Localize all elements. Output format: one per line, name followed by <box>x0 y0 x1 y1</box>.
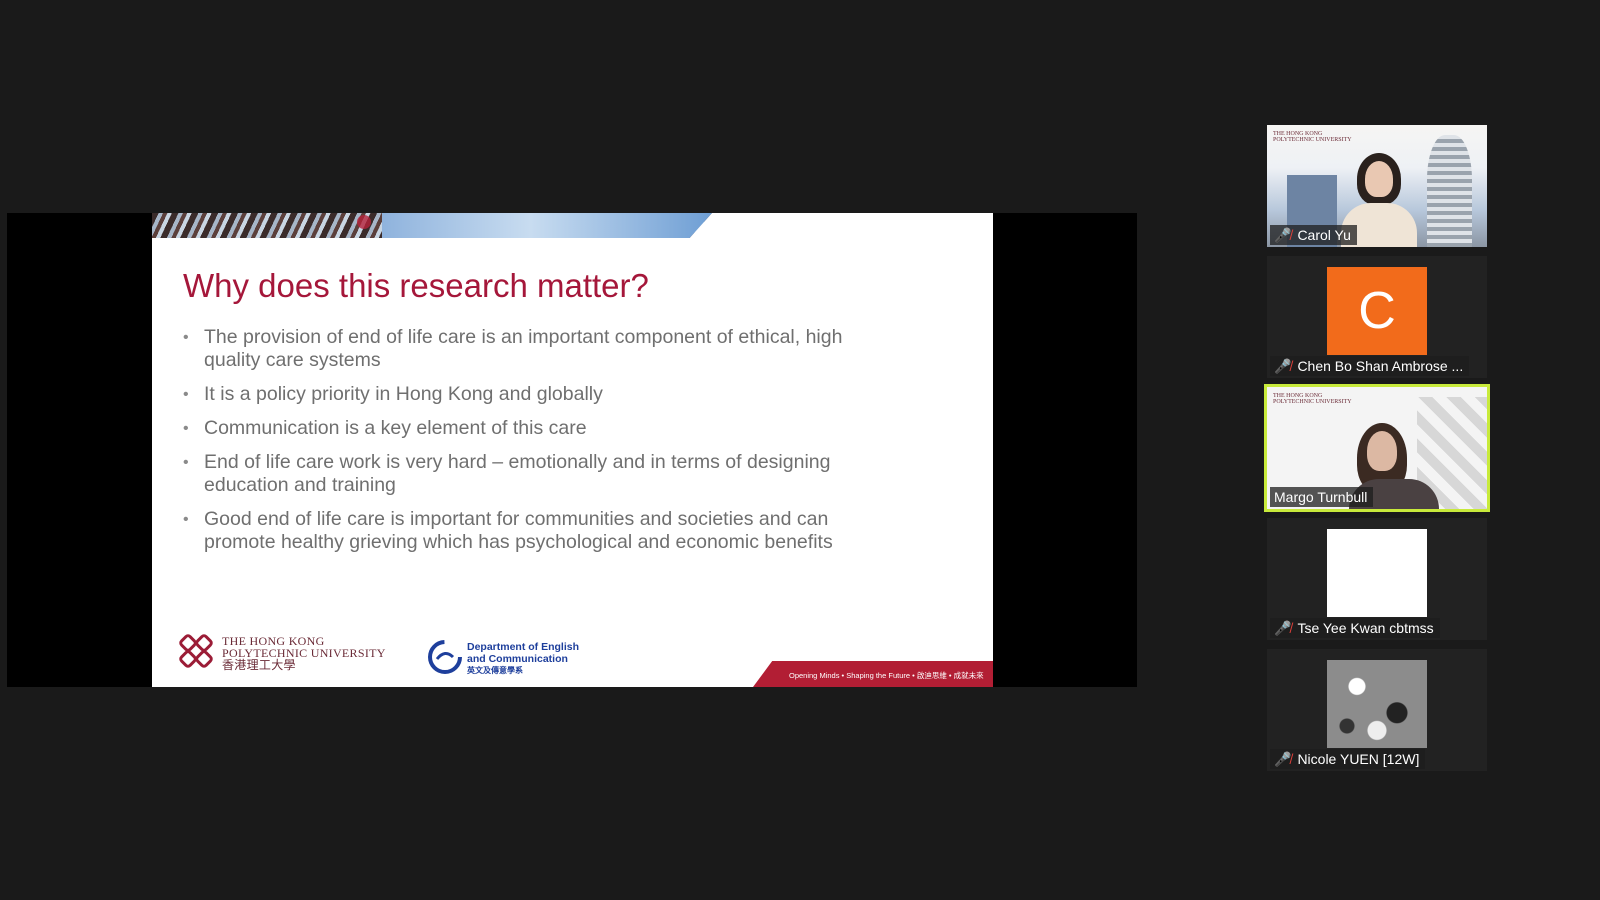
participant-name-tag: 🎤̸ Chen Bo Shan Ambrose ... <box>1270 356 1470 376</box>
bullet-glyph: • <box>183 511 189 528</box>
bullet-glyph: • <box>183 329 189 346</box>
bullet-text: The provision of end of life care is an … <box>204 326 843 371</box>
slide-header-banner <box>152 213 712 238</box>
bullet-glyph: • <box>183 454 189 471</box>
bullet-item: • Good end of life care is important for … <box>183 508 903 554</box>
participant-name-tag: Margo Turnbull <box>1270 487 1374 507</box>
slide-title: Why does this research matter? <box>183 267 649 304</box>
banner-emblem <box>357 215 371 229</box>
avatar-letter: C <box>1358 282 1396 340</box>
department-emblem-icon <box>428 640 462 674</box>
participant-name: Margo Turnbull <box>1274 489 1368 505</box>
presentation-slide: Why does this research matter? • The prov… <box>152 213 993 687</box>
participant-tile-nicole-yuen[interactable]: 🎤̸ Nicole YUEN [12W] <box>1267 649 1487 771</box>
participant-tile-tse-yee-kwan[interactable]: 🎤̸ Tse Yee Kwan cbtmss <box>1267 518 1487 640</box>
bullet-text: Communication is a key element of this c… <box>204 417 587 439</box>
mic-off-icon: 🎤̸ <box>1274 227 1292 243</box>
bullet-item: • Communication is a key element of this … <box>183 417 903 440</box>
participant-tile-chen-bo-shan[interactable]: C 🎤̸ Chen Bo Shan Ambrose ... <box>1267 256 1487 378</box>
participant-tile-carol-yu[interactable]: THE HONG KONG POLYTECHNIC UNIVERSITY 🎤̸ C… <box>1267 125 1487 247</box>
polyu-line-3: 香港理工大學 <box>222 658 296 672</box>
bullet-item: • End of life care work is very hard – em… <box>183 451 903 497</box>
slide-bullet-list: • The provision of end of life care is an… <box>183 326 903 565</box>
bullet-text: End of life care work is very hard – emo… <box>204 451 831 496</box>
participant-name-tag: 🎤̸ Tse Yee Kwan cbtmss <box>1270 618 1440 638</box>
dept-line-3: 英文及傳意學系 <box>467 666 523 675</box>
participant-avatar <box>1327 529 1427 617</box>
polyu-logo-text: The Hong Kong Polytechnic University 香港理… <box>222 635 386 671</box>
mic-off-icon: 🎤̸ <box>1274 751 1292 767</box>
participant-face <box>1367 431 1397 471</box>
slide-tagline-bar: Opening Minds • Shaping the Future • 啟迪思… <box>753 661 993 687</box>
dept-line-2: and Communication <box>467 653 568 665</box>
slide-tagline: Opening Minds • Shaping the Future • 啟迪思… <box>789 671 984 680</box>
participant-avatar: C <box>1327 267 1427 355</box>
polyu-emblem-icon <box>179 634 213 668</box>
polyu-logo: The Hong Kong Polytechnic University 香港理… <box>176 631 396 677</box>
participant-name-tag: 🎤̸ Nicole YUEN [12W] <box>1270 749 1426 769</box>
participant-face <box>1365 161 1393 197</box>
banner-sky-image <box>382 213 712 238</box>
video-background-logo: THE HONG KONG POLYTECHNIC UNIVERSITY <box>1273 131 1352 143</box>
bullet-glyph: • <box>183 386 189 403</box>
video-building-right <box>1427 135 1472 247</box>
department-logo-text: Department of English and Communication … <box>467 641 579 677</box>
participant-name: Nicole YUEN [12W] <box>1297 751 1420 767</box>
dept-line-1: Department of English <box>467 641 580 653</box>
participant-name: Tse Yee Kwan cbtmss <box>1297 620 1434 636</box>
participant-avatar <box>1327 660 1427 748</box>
mic-off-icon: 🎤̸ <box>1274 358 1292 374</box>
participant-name: Chen Bo Shan Ambrose ... <box>1297 358 1464 374</box>
mic-off-icon: 🎤̸ <box>1274 620 1292 636</box>
shared-screen: Why does this research matter? • The prov… <box>7 213 1137 687</box>
department-logo: Department of English and Communication … <box>427 639 597 679</box>
bullet-text: Good end of life care is important for c… <box>204 508 833 553</box>
bullet-glyph: • <box>183 420 189 437</box>
participant-name-tag: 🎤̸ Carol Yu <box>1270 225 1357 245</box>
bullet-item: • The provision of end of life care is an… <box>183 326 903 372</box>
video-background-logo: THE HONG KONG POLYTECHNIC UNIVERSITY <box>1273 393 1352 405</box>
participant-name: Carol Yu <box>1297 227 1351 243</box>
bullet-item: • It is a policy priority in Hong Kong an… <box>183 383 903 406</box>
bullet-text: It is a policy priority in Hong Kong and… <box>204 383 603 405</box>
participant-tile-margo-turnbull[interactable]: THE HONG KONG POLYTECHNIC UNIVERSITY Marg… <box>1264 384 1490 512</box>
